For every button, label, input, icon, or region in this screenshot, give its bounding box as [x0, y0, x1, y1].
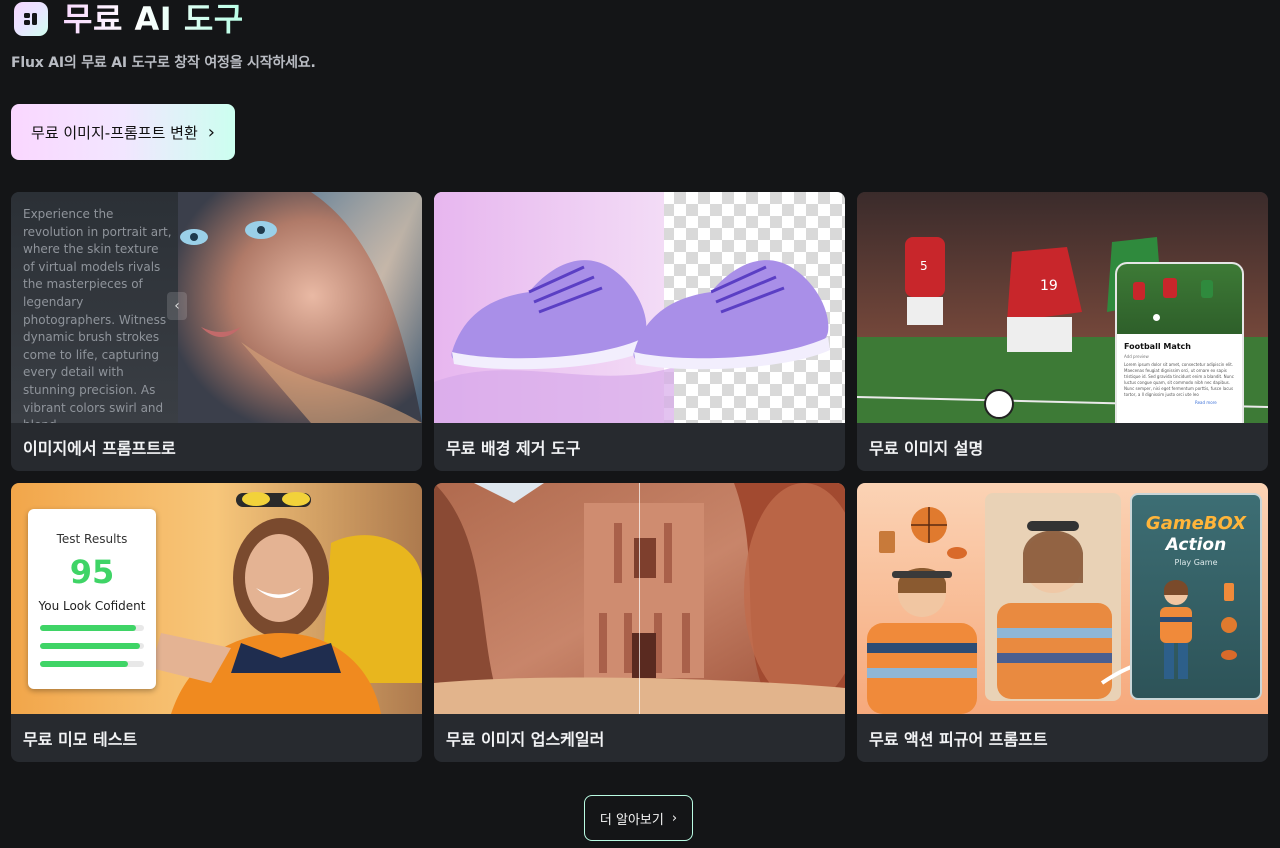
- chevron-right-icon: ›: [671, 810, 678, 826]
- card-image: [434, 192, 845, 423]
- test-score: 95: [69, 553, 115, 591]
- chevron-left-icon[interactable]: ‹: [167, 292, 187, 320]
- football-title: Football Match: [1124, 342, 1191, 351]
- gamebox-subtitle: Action: [1165, 535, 1227, 555]
- card-label: 무료 배경 제거 도구: [446, 439, 581, 458]
- tool-card-image-to-prompt[interactable]: Experience the revolution in portrait ar…: [11, 192, 422, 471]
- prompt-text: Experience the revolution in portrait ar…: [23, 207, 172, 423]
- image-to-prompt-button[interactable]: 무료 이미지-프롬프트 변환 ›: [11, 104, 235, 160]
- test-bar: [40, 661, 129, 667]
- test-bar: [40, 625, 136, 631]
- gamebox-title: GameBOX: [1145, 513, 1247, 534]
- prompt-text-panel: Experience the revolution in portrait ar…: [11, 192, 178, 423]
- card-label: 무료 액션 피규어 프롬프트: [869, 730, 1048, 749]
- football-kicker: Add preview: [1124, 354, 1149, 359]
- card-image: [434, 483, 845, 714]
- gamebox-play: Play Game: [1174, 558, 1218, 567]
- card-label: 이미지에서 프롬프트로: [23, 439, 176, 458]
- page-header: 무료 AI 도구: [14, 0, 244, 38]
- test-title: Test Results: [56, 532, 128, 546]
- football-body: Lorem ipsum dolor sit amet, consectetur …: [1124, 362, 1234, 397]
- flux-logo-icon[interactable]: [14, 2, 48, 36]
- cta-label: 무료 이미지-프롬프트 변환: [31, 123, 198, 142]
- tool-card-image-upscaler[interactable]: 무료 이미지 업스케일러: [434, 483, 845, 762]
- card-label: 무료 이미지 설명: [869, 439, 984, 458]
- learn-more-button[interactable]: 더 알아보기 ›: [584, 795, 693, 841]
- tool-card-image-description[interactable]: 5 19 Football Match Add preview Lorem ip…: [857, 192, 1268, 471]
- chevron-right-icon: ›: [207, 121, 215, 143]
- football-read-more: Read more: [1195, 400, 1217, 405]
- test-results-card: Test Results 95 You Look Cofident: [28, 509, 156, 689]
- player-number: 5: [920, 259, 928, 273]
- card-image: GameBOX Action Play Game: [857, 483, 1268, 714]
- card-image: Test Results 95 You Look Cofident: [11, 483, 422, 714]
- card-label: 무료 이미지 업스케일러: [446, 730, 605, 749]
- card-image: 5 19 Football Match Add preview Lorem ip…: [857, 192, 1268, 423]
- tool-card-background-remover[interactable]: 무료 배경 제거 도구: [434, 192, 845, 471]
- phone-mockup: Football Match Add preview Lorem ipsum d…: [1115, 262, 1244, 423]
- tool-card-action-figure[interactable]: GameBOX Action Play Game 무료 액션 피규어 프롬프트: [857, 483, 1268, 762]
- test-bar: [40, 643, 140, 649]
- gamebox-package: GameBOX Action Play Game: [1130, 493, 1262, 700]
- compare-divider[interactable]: [639, 483, 640, 714]
- page-subtitle: Flux AI의 무료 AI 도구로 창작 여정을 시작하세요.: [11, 55, 316, 71]
- player-number: 19: [1040, 278, 1058, 294]
- card-image: Experience the revolution in portrait ar…: [11, 192, 422, 423]
- test-subtitle: You Look Cofident: [38, 599, 146, 613]
- learn-more-label: 더 알아보기: [599, 812, 664, 828]
- card-label: 무료 미모 테스트: [23, 730, 138, 749]
- tool-card-beauty-test[interactable]: Test Results 95 You Look Cofident 무료 미모 …: [11, 483, 422, 762]
- page-title: 무료 AI 도구: [63, 0, 244, 38]
